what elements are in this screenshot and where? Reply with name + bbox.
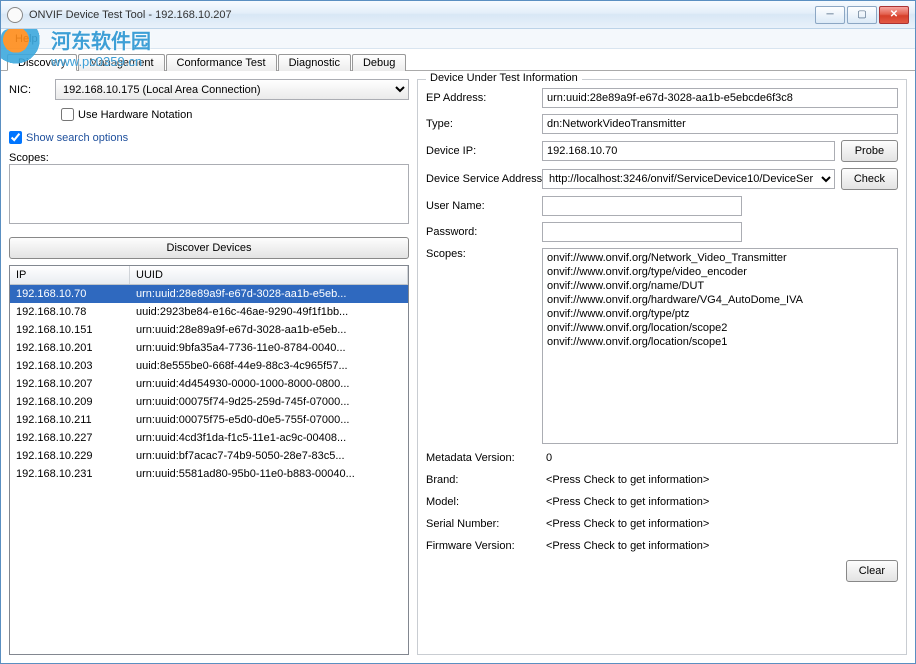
use-hardware-checkbox[interactable] xyxy=(61,108,74,121)
table-row[interactable]: 192.168.10.229urn:uuid:bf7acac7-74b9-505… xyxy=(10,447,408,465)
cell-uuid: urn:uuid:5581ad80-95b0-11e0-b883-00040..… xyxy=(130,465,408,483)
cell-uuid: urn:uuid:28e89a9f-e67d-3028-aa1b-e5eb... xyxy=(130,285,408,303)
password-label: Password: xyxy=(426,226,536,238)
nic-select[interactable]: 192.168.10.175 (Local Area Connection) xyxy=(55,79,409,100)
clear-button[interactable]: Clear xyxy=(846,560,898,582)
app-window: ONVIF Device Test Tool - 192.168.10.207 … xyxy=(0,0,916,664)
ep-label: EP Address: xyxy=(426,92,536,104)
cell-uuid: urn:uuid:00075f74-9d25-259d-745f-07000..… xyxy=(130,393,408,411)
model-label: Model: xyxy=(426,496,536,508)
use-hardware-label: Use Hardware Notation xyxy=(78,109,192,121)
tab-debug[interactable]: Debug xyxy=(352,54,406,71)
table-row[interactable]: 192.168.10.70urn:uuid:28e89a9f-e67d-3028… xyxy=(10,285,408,303)
table-header: IP UUID xyxy=(10,266,408,285)
serial-value: <Press Check to get information> xyxy=(542,516,898,532)
content-area: NIC: 192.168.10.175 (Local Area Connecti… xyxy=(1,71,915,663)
table-row[interactable]: 192.168.10.231urn:uuid:5581ad80-95b0-11e… xyxy=(10,465,408,483)
probe-button[interactable]: Probe xyxy=(841,140,898,162)
password-field[interactable] xyxy=(542,222,742,242)
metadata-label: Metadata Version: xyxy=(426,452,536,464)
cell-uuid: urn:uuid:bf7acac7-74b9-5050-28e7-83c5... xyxy=(130,447,408,465)
cell-uuid: urn:uuid:00075f75-e5d0-d0e5-755f-07000..… xyxy=(130,411,408,429)
scopes-input-left[interactable] xyxy=(9,164,409,224)
cell-ip: 192.168.10.78 xyxy=(10,303,130,321)
table-row[interactable]: 192.168.10.78uuid:2923be84-e16c-46ae-929… xyxy=(10,303,408,321)
cell-ip: 192.168.10.229 xyxy=(10,447,130,465)
cell-ip: 192.168.10.151 xyxy=(10,321,130,339)
type-label: Type: xyxy=(426,118,536,130)
menubar: Help xyxy=(1,29,915,49)
cell-uuid: urn:uuid:4cd3f1da-f1c5-11e1-ac9c-00408..… xyxy=(130,429,408,447)
table-row[interactable]: 192.168.10.203uuid:8e555be0-668f-44e9-88… xyxy=(10,357,408,375)
service-addr-select[interactable]: http://localhost:3246/onvif/ServiceDevic… xyxy=(542,169,835,189)
device-info-fieldset: Device Under Test Information EP Address… xyxy=(417,79,907,655)
cell-ip: 192.168.10.211 xyxy=(10,411,130,429)
firmware-value: <Press Check to get information> xyxy=(542,538,898,554)
cell-uuid: urn:uuid:9bfa35a4-7736-11e0-8784-0040... xyxy=(130,339,408,357)
show-search-label: Show search options xyxy=(26,132,128,144)
metadata-value: 0 xyxy=(542,450,898,466)
discover-devices-button[interactable]: Discover Devices xyxy=(9,237,409,259)
service-addr-label: Device Service Address: xyxy=(426,173,536,185)
scopes-label-right: Scopes: xyxy=(426,248,536,260)
table-row[interactable]: 192.168.10.209urn:uuid:00075f74-9d25-259… xyxy=(10,393,408,411)
username-field[interactable] xyxy=(542,196,742,216)
table-body[interactable]: 192.168.10.70urn:uuid:28e89a9f-e67d-3028… xyxy=(10,285,408,654)
username-label: User Name: xyxy=(426,200,536,212)
device-ip-label: Device IP: xyxy=(426,145,536,157)
show-search-checkbox[interactable] xyxy=(9,131,22,144)
table-row[interactable]: 192.168.10.201urn:uuid:9bfa35a4-7736-11e… xyxy=(10,339,408,357)
menu-help[interactable]: Help xyxy=(7,31,46,47)
maximize-button[interactable]: ▢ xyxy=(847,6,877,24)
cell-uuid: uuid:8e555be0-668f-44e9-88c3-4c965f57... xyxy=(130,357,408,375)
minimize-button[interactable]: ─ xyxy=(815,6,845,24)
model-value: <Press Check to get information> xyxy=(542,494,898,510)
device-table: IP UUID 192.168.10.70urn:uuid:28e89a9f-e… xyxy=(9,265,409,655)
col-uuid[interactable]: UUID xyxy=(130,266,408,284)
tab-diagnostic[interactable]: Diagnostic xyxy=(278,54,351,71)
table-row[interactable]: 192.168.10.211urn:uuid:00075f75-e5d0-d0e… xyxy=(10,411,408,429)
cell-ip: 192.168.10.70 xyxy=(10,285,130,303)
col-ip[interactable]: IP xyxy=(10,266,130,284)
cell-ip: 192.168.10.227 xyxy=(10,429,130,447)
cell-uuid: urn:uuid:4d454930-0000-1000-8000-0800... xyxy=(130,375,408,393)
cell-ip: 192.168.10.207 xyxy=(10,375,130,393)
type-field[interactable] xyxy=(542,114,898,134)
cell-uuid: urn:uuid:28e89a9f-e67d-3028-aa1b-e5eb... xyxy=(130,321,408,339)
device-info-legend: Device Under Test Information xyxy=(426,72,582,84)
brand-value: <Press Check to get information> xyxy=(542,472,898,488)
firmware-label: Firmware Version: xyxy=(426,540,536,552)
tab-strip: Discovery Management Conformance Test Di… xyxy=(1,51,915,71)
table-row[interactable]: 192.168.10.227urn:uuid:4cd3f1da-f1c5-11e… xyxy=(10,429,408,447)
cell-uuid: uuid:2923be84-e16c-46ae-9290-49f1f1bb... xyxy=(130,303,408,321)
tab-conformance[interactable]: Conformance Test xyxy=(166,54,277,71)
cell-ip: 192.168.10.201 xyxy=(10,339,130,357)
scopes-label-left: Scopes: xyxy=(9,152,49,164)
app-icon xyxy=(7,7,23,23)
cell-ip: 192.168.10.209 xyxy=(10,393,130,411)
titlebar: ONVIF Device Test Tool - 192.168.10.207 … xyxy=(1,1,915,29)
device-ip-field[interactable] xyxy=(542,141,835,161)
serial-label: Serial Number: xyxy=(426,518,536,530)
tab-management[interactable]: Management xyxy=(78,54,164,71)
cell-ip: 192.168.10.231 xyxy=(10,465,130,483)
close-button[interactable]: ✕ xyxy=(879,6,909,24)
check-button[interactable]: Check xyxy=(841,168,898,190)
nic-label: NIC: xyxy=(9,84,49,96)
tab-discovery[interactable]: Discovery xyxy=(7,54,77,71)
cell-ip: 192.168.10.203 xyxy=(10,357,130,375)
scopes-display[interactable]: onvif://www.onvif.org/Network_Video_Tran… xyxy=(542,248,898,444)
window-title: ONVIF Device Test Tool - 192.168.10.207 xyxy=(29,9,232,21)
discovery-panel: NIC: 192.168.10.175 (Local Area Connecti… xyxy=(9,79,409,655)
table-row[interactable]: 192.168.10.151urn:uuid:28e89a9f-e67d-302… xyxy=(10,321,408,339)
table-row[interactable]: 192.168.10.207urn:uuid:4d454930-0000-100… xyxy=(10,375,408,393)
brand-label: Brand: xyxy=(426,474,536,486)
device-info-panel: Device Under Test Information EP Address… xyxy=(417,79,907,655)
ep-field[interactable] xyxy=(542,88,898,108)
